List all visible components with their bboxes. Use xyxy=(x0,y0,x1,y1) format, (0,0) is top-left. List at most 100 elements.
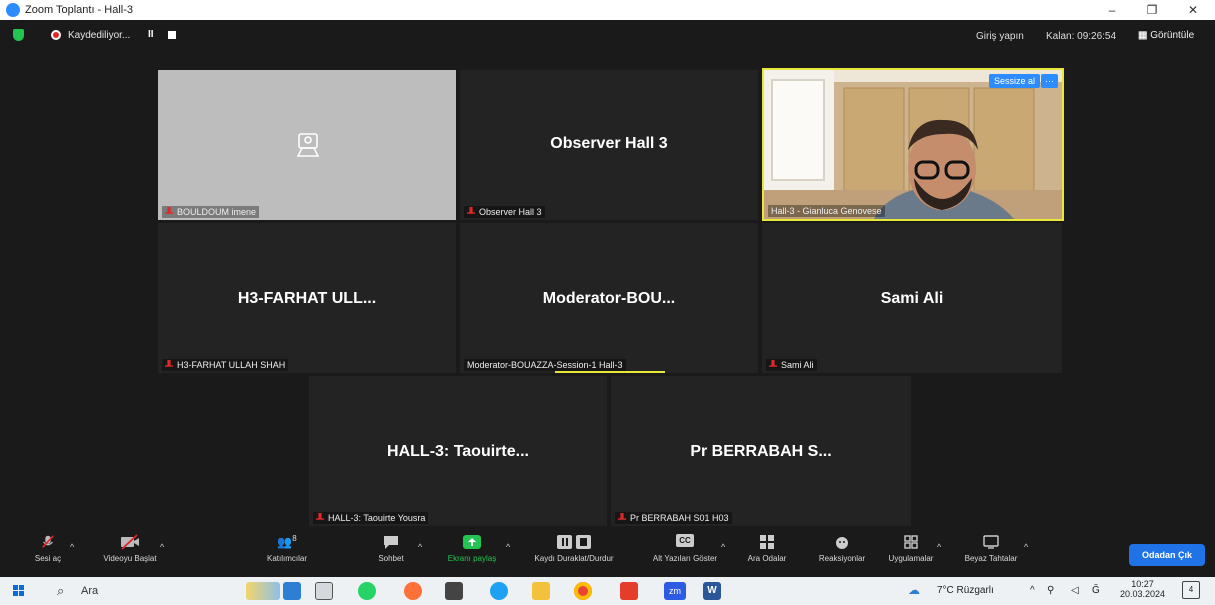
unmute-button[interactable]: Sesi aç xyxy=(28,534,68,563)
mic-off-icon xyxy=(618,513,626,520)
zoom-window: Zoom Toplantı - Hall-3 – ❐ ✕ Kaydediliyo… xyxy=(0,0,1215,605)
weather-text[interactable]: 7°C Rüzgarlı xyxy=(937,585,994,596)
share-options-caret[interactable]: ^ xyxy=(506,542,510,552)
active-speaker-tile[interactable]: Sessize al ··· Hall-3 - Gianluca Genoves… xyxy=(762,68,1064,221)
participants-label: Katılımcılar xyxy=(266,554,307,563)
chrome-icon[interactable] xyxy=(574,582,592,600)
breakout-rooms-label: Ara Odalar xyxy=(747,554,787,563)
video-options-caret[interactable]: ^ xyxy=(160,542,164,552)
volume-icon[interactable]: ◁ xyxy=(1071,585,1079,596)
task-view-icon[interactable] xyxy=(315,582,333,600)
meeting-top-bar: Kaydediliyor... II Giriş yapın Kalan: 09… xyxy=(0,20,1215,50)
start-video-button[interactable]: Videoyu Başlat xyxy=(90,534,170,563)
tray-chevron-icon[interactable]: ^ xyxy=(1030,585,1035,596)
network-icon[interactable]: ⚲ xyxy=(1047,585,1054,596)
video-off-icon xyxy=(121,534,139,550)
calculator-icon[interactable] xyxy=(445,582,463,600)
profile-placeholder-icon xyxy=(296,133,320,157)
close-button[interactable]: ✕ xyxy=(1178,2,1208,18)
participant-tile[interactable]: Moderator-BOU... Moderator-BOUAZZA-Sessi… xyxy=(460,223,758,373)
mic-off-icon xyxy=(316,513,324,520)
participant-name-label: Observer Hall 3 xyxy=(464,206,545,218)
breakout-rooms-button[interactable]: Ara Odalar xyxy=(741,534,793,563)
zoom-logo-icon xyxy=(6,3,20,17)
participant-name: Pr BERRABAH S... xyxy=(690,443,832,460)
captions-options-caret[interactable]: ^ xyxy=(721,542,725,552)
participant-tile[interactable]: BOULDOUM imene xyxy=(158,70,456,220)
chat-label: Sohbet xyxy=(378,554,404,563)
reactions-button[interactable]: Reaksiyonlar xyxy=(808,534,876,563)
view-button[interactable]: ▦ Görüntüle xyxy=(1138,30,1194,41)
participant-name-label: BOULDOUM imene xyxy=(162,206,260,218)
user-app-icon[interactable] xyxy=(283,582,301,600)
whiteboards-label: Beyaz Tahtalar xyxy=(964,554,1018,563)
mic-off-icon xyxy=(165,207,173,214)
participant-name: HALL-3: Taouirte... xyxy=(387,443,529,460)
apps-button[interactable]: Uygulamalar xyxy=(880,534,942,563)
title-bar: Zoom Toplantı - Hall-3 – ❐ ✕ xyxy=(0,0,1215,20)
whiteboard-icon xyxy=(983,535,999,549)
participant-name: Moderator-BOU... xyxy=(542,290,676,307)
search-icon: ⌕ xyxy=(57,583,65,598)
language-icon[interactable]: Ğ xyxy=(1092,585,1100,596)
grid-icon: ▦ xyxy=(1138,30,1151,41)
show-captions-button[interactable]: CC Alt Yazıları Göster xyxy=(640,534,730,563)
start-video-label: Videoyu Başlat xyxy=(103,554,157,563)
participant-tile[interactable]: Pr BERRABAH S... Pr BERRABAH S01 H03 xyxy=(611,376,911,526)
security-shield-icon[interactable] xyxy=(13,29,24,41)
minimize-button[interactable]: – xyxy=(1097,2,1127,18)
participant-tile[interactable]: Sami Ali Sami Ali xyxy=(762,223,1062,373)
show-captions-label: Alt Yazıları Göster xyxy=(652,554,718,563)
participant-tile[interactable]: Observer Hall 3 Observer Hall 3 xyxy=(460,70,758,220)
share-screen-button[interactable]: Ekranı paylaş xyxy=(440,534,504,563)
windows-start-icon[interactable] xyxy=(13,585,25,597)
participant-name: Sami Ali xyxy=(880,290,944,307)
file-explorer-icon[interactable] xyxy=(532,582,550,600)
mic-off-icon xyxy=(467,207,475,214)
whiteboards-button[interactable]: Beyaz Tahtalar xyxy=(954,534,1028,563)
whatsapp-icon[interactable] xyxy=(358,582,376,600)
audio-options-caret[interactable]: ^ xyxy=(70,542,74,552)
word-icon[interactable]: W xyxy=(703,582,721,600)
unmute-label: Sesi aç xyxy=(34,554,62,563)
pause-stop-label: Kaydı Duraklat/Durdur xyxy=(534,554,614,563)
participant-name: Observer Hall 3 xyxy=(550,135,668,152)
chat-button[interactable]: Sohbet xyxy=(366,534,416,563)
chat-options-caret[interactable]: ^ xyxy=(418,542,422,552)
whiteboard-options-caret[interactable]: ^ xyxy=(1024,542,1028,552)
clock[interactable]: 10:27 20.03.2024 xyxy=(1120,579,1165,599)
pause-recording-button[interactable]: II xyxy=(148,29,154,40)
participants-button[interactable]: 👥8 Katılımcılar xyxy=(260,534,314,563)
weather-icon: ☁ xyxy=(908,583,920,597)
stop-recording-button[interactable] xyxy=(168,31,176,39)
edge-icon[interactable] xyxy=(490,582,508,600)
pause-stop-recording-button[interactable]: Kaydı Duraklat/Durdur xyxy=(524,534,624,563)
record-indicator-icon xyxy=(51,30,61,40)
participant-tile[interactable]: H3-FARHAT ULL... H3-FARHAT ULLAH SHAH xyxy=(158,223,456,373)
notification-center-icon[interactable]: 4 xyxy=(1182,581,1200,599)
participant-tile[interactable]: HALL-3: Taouirte... HALL-3: Taouirte You… xyxy=(309,376,607,526)
mute-participant-button[interactable]: Sessize al xyxy=(988,74,1040,88)
participant-name-label: H3-FARHAT ULLAH SHAH xyxy=(162,359,289,371)
participant-name-label: HALL-3: Taouirte Yousra xyxy=(313,512,429,524)
window-title: Zoom Toplantı - Hall-3 xyxy=(25,4,134,16)
pause-stop-icon xyxy=(557,535,591,549)
restore-button[interactable]: ❐ xyxy=(1137,2,1167,18)
taskbar-search[interactable]: ⌕ Ara xyxy=(45,581,195,601)
sign-in-link[interactable]: Giriş yapın xyxy=(976,31,1024,42)
view-label: Görüntüle xyxy=(1150,30,1195,41)
speaking-indicator xyxy=(555,371,665,373)
leave-meeting-button[interactable]: Odadan Çık xyxy=(1129,544,1205,566)
more-options-button[interactable]: ··· xyxy=(1041,74,1058,88)
firefox-icon[interactable] xyxy=(404,582,422,600)
apps-options-caret[interactable]: ^ xyxy=(937,542,941,552)
zoom-app-icon[interactable]: zm xyxy=(664,582,686,600)
participant-name-label: Pr BERRABAH S01 H03 xyxy=(615,512,732,524)
participant-name-label: Moderator-BOUAZZA-Session-1 Hall-3 xyxy=(464,359,626,371)
meeting-toolbar: Sesi aç ^ Videoyu Başlat ^ 👥8 Katılımcıl… xyxy=(0,530,1215,576)
participant-name-label: Sami Ali xyxy=(766,359,817,371)
apps-icon xyxy=(904,535,918,549)
search-highlight-icon[interactable] xyxy=(246,582,280,600)
clock-time: 10:27 xyxy=(1131,579,1154,589)
office-icon[interactable] xyxy=(620,582,638,600)
